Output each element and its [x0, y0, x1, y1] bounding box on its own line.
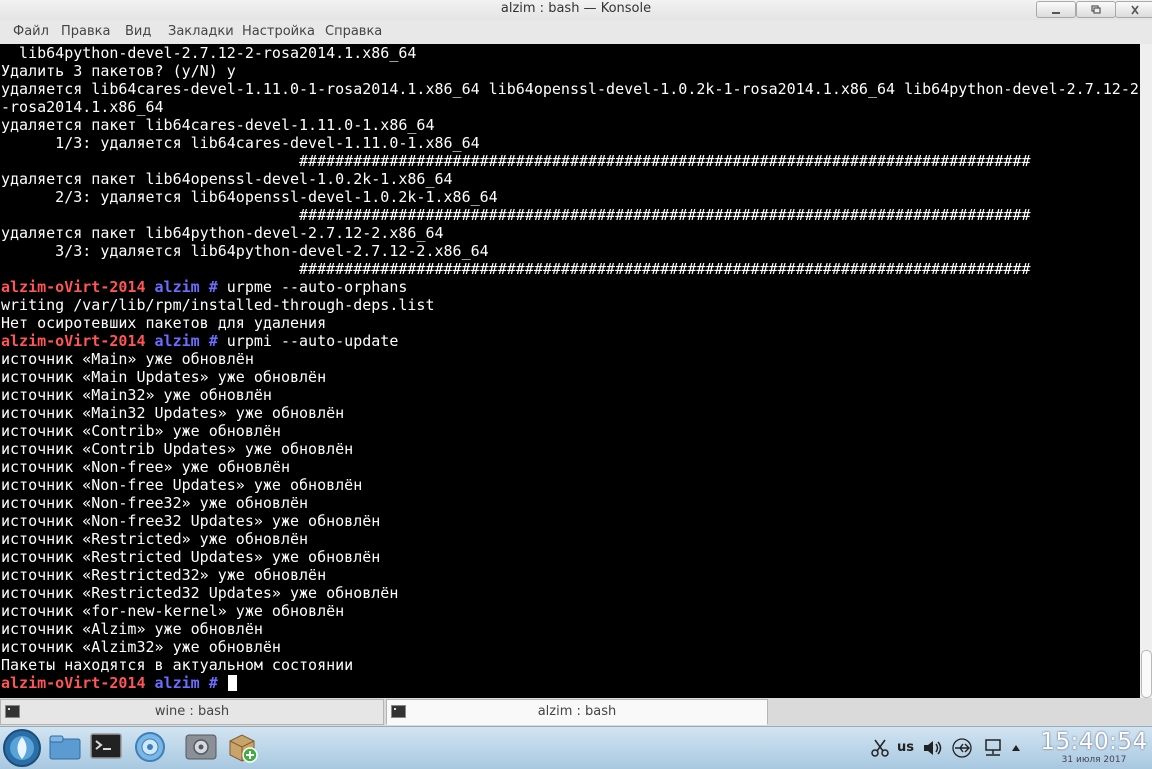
output-line: удаляется пакет lib64cares-devel-1.11.0-…: [1, 116, 435, 134]
output-line: источник «Non-free» уже обновлён: [1, 458, 290, 476]
keyboard-layout-indicator[interactable]: us: [897, 740, 914, 755]
output-line: источник «Restricted» уже обновлён: [1, 530, 309, 548]
output-line: ########################################…: [1, 260, 1031, 278]
tab-wine-bash[interactable]: wine : bash: [0, 699, 384, 725]
clock-time[interactable]: 15:40:54: [1040, 729, 1148, 755]
window-title: alzim : bash — Konsole: [500, 1, 652, 16]
output-line: writing /var/lib/rpm/installed-through-d…: [1, 296, 435, 314]
usb-icon[interactable]: [950, 738, 976, 758]
prompt-line: alzim-oVirt-2014 alzim #: [1, 674, 1139, 692]
terminal-output[interactable]: lib64python-devel-2.7.12-2-rosa2014.1.x8…: [0, 44, 1140, 698]
session-tab-bar: wine : bash alzim : bash: [0, 698, 1152, 726]
output-line: ########################################…: [1, 152, 1031, 170]
terminal-lines: lib64python-devel-2.7.12-2-rosa2014.1.x8…: [1, 44, 1139, 692]
output-line: источник «Alzim32» уже обновлён: [1, 638, 281, 656]
output-line: источник «Non-free32 Updates» уже обновл…: [1, 512, 381, 530]
output-line: источник «Non-free Updates» уже обновлён: [1, 476, 363, 494]
output-line: lib64python-devel-2.7.12-2-rosa2014.1.x8…: [1, 44, 417, 62]
output-line: 1/3: удаляется lib64cares-devel-1.11.0-1…: [1, 134, 480, 152]
output-line: источник «for-new-kernel» уже обновлён: [1, 602, 345, 620]
output-line: 2/3: удаляется lib64openssl-devel-1.0.2k…: [1, 188, 498, 206]
prompt-host: alzim-oVirt-2014: [1, 332, 146, 350]
output-line: источник «Alzim» уже обновлён: [1, 620, 263, 638]
prompt-user: alzim: [154, 674, 200, 692]
browser-icon[interactable]: [134, 731, 166, 763]
minimize-icon: [1052, 11, 1060, 14]
output-line: Удалить 3 пакетов? (y/N) y: [1, 62, 236, 80]
close-button[interactable]: [1115, 1, 1152, 18]
prompt-symbol: #: [208, 278, 218, 296]
output-line: источник «Restricted32 Updates» уже обно…: [1, 584, 399, 602]
prompt-user: alzim: [154, 332, 200, 350]
scissors-icon[interactable]: [870, 738, 890, 758]
output-line: удаляется пакет lib64python-devel-2.7.12…: [1, 224, 444, 242]
network-icon[interactable]: [982, 738, 1004, 758]
volume-icon[interactable]: [922, 738, 944, 758]
settings-icon[interactable]: [184, 731, 218, 763]
prompt-line: alzim-oVirt-2014 alzim # urpmi --auto-up…: [1, 332, 1139, 350]
menu-edit[interactable]: Правка: [61, 24, 110, 39]
output-line: Пакеты находятся в актуальном состоянии: [1, 656, 354, 674]
prompt-symbol: #: [208, 674, 218, 692]
tab-label: alzim : bash: [537, 704, 617, 719]
output-line: источник «Non-free32» уже обновлён: [1, 494, 309, 512]
command-text: urpme --auto-orphans: [217, 278, 408, 296]
prompt-host: alzim-oVirt-2014: [1, 674, 146, 692]
output-line: удаляется lib64cares-devel-1.11.0-1-rosa…: [1, 80, 1139, 98]
maximize-button[interactable]: [1076, 1, 1116, 18]
window-titlebar[interactable]: alzim : bash — Konsole: [0, 0, 1152, 20]
text-cursor: [227, 675, 237, 691]
command-text: urpmi --auto-update: [217, 332, 399, 350]
output-line: ########################################…: [1, 206, 1031, 224]
file-manager-icon[interactable]: [48, 731, 82, 763]
prompt-user: alzim: [154, 278, 200, 296]
start-menu-icon[interactable]: [2, 728, 42, 768]
terminal-icon[interactable]: [90, 733, 122, 761]
menu-bookmarks[interactable]: Закладки: [168, 24, 234, 39]
package-installer-icon[interactable]: [226, 731, 258, 763]
tab-alzim-bash[interactable]: alzim : bash: [386, 699, 768, 725]
tray-expand-icon[interactable]: [1010, 742, 1022, 754]
close-icon: [1131, 5, 1139, 14]
prompt-host: alzim-oVirt-2014: [1, 278, 146, 296]
output-line: 3/3: удаляется lib64python-devel-2.7.12-…: [1, 242, 489, 260]
output-line: источник «Contrib Updates» уже обновлён: [1, 440, 354, 458]
scrollbar-thumb[interactable]: [1141, 650, 1152, 698]
menu-settings[interactable]: Настройка: [242, 24, 315, 39]
output-line: источник «Main» уже обновлён: [1, 350, 254, 368]
output-line: источник «Contrib» уже обновлён: [1, 422, 281, 440]
output-line: источник «Restricted Updates» уже обновл…: [1, 548, 381, 566]
prompt-symbol: #: [208, 332, 218, 350]
menu-view[interactable]: Вид: [125, 24, 151, 39]
output-line: -rosa2014.1.x86_64: [1, 98, 164, 116]
output-line: источник «Main32 Updates» уже обновлён: [1, 404, 345, 422]
menu-bar: Файл Правка Вид Закладки Настройка Справ…: [0, 20, 1152, 44]
output-line: источник «Main32» уже обновлён: [1, 386, 272, 404]
output-line: Нет осиротевших пакетов для удаления: [1, 314, 327, 332]
taskbar: [0, 726, 1152, 769]
output-line: удаляется пакет lib64openssl-devel-1.0.2…: [1, 170, 453, 188]
prompt-line: alzim-oVirt-2014 alzim # urpme --auto-or…: [1, 278, 1139, 296]
minimize-button[interactable]: [1036, 1, 1076, 18]
output-line: источник «Main Updates» уже обновлён: [1, 368, 327, 386]
menu-help[interactable]: Справка: [325, 24, 382, 39]
command-text: [218, 674, 227, 692]
terminal-scrollbar[interactable]: [1140, 44, 1152, 698]
clock-date: 31 июля 2017: [1061, 755, 1127, 765]
tab-label: wine : bash: [154, 704, 230, 719]
maximize-icon: [1091, 4, 1101, 14]
output-line: источник «Restricted32» уже обновлён: [1, 566, 327, 584]
menu-file[interactable]: Файл: [13, 24, 49, 39]
